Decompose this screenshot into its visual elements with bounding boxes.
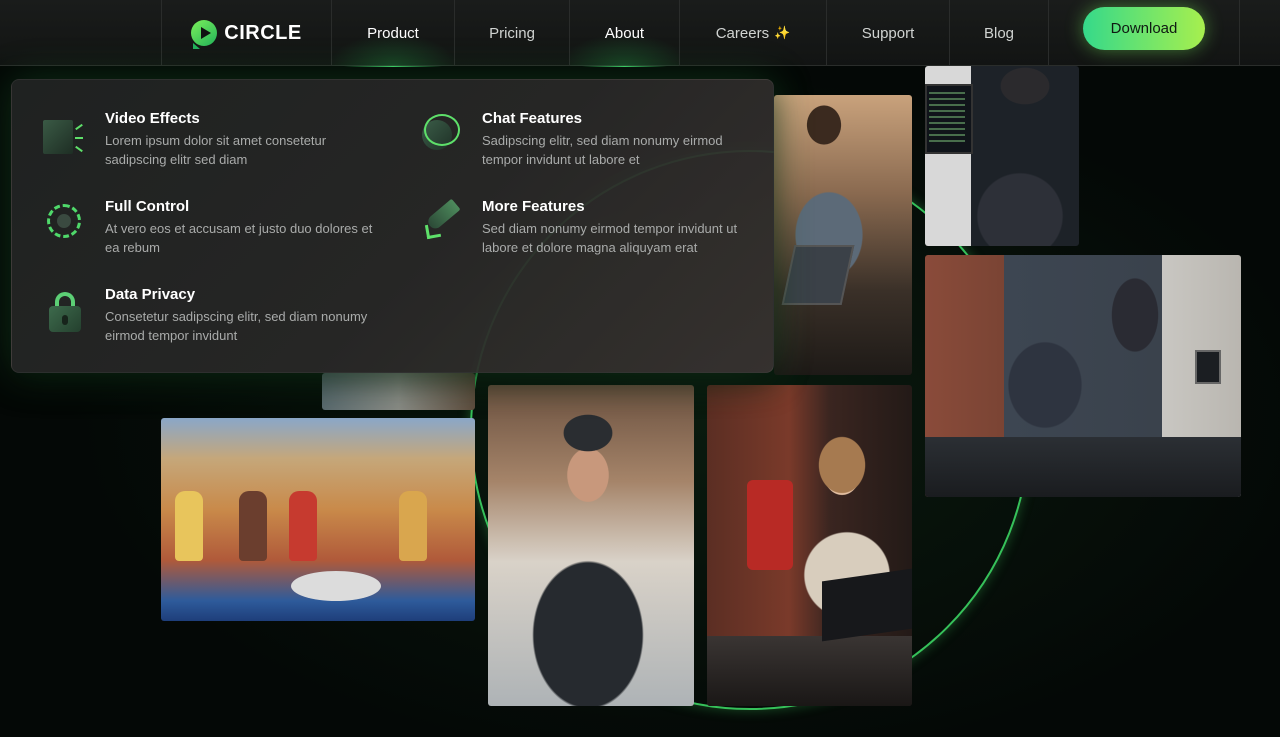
code-lines bbox=[929, 92, 965, 142]
feature-title: Data Privacy bbox=[105, 286, 196, 303]
laptop-shape bbox=[781, 245, 855, 305]
gear-icon bbox=[43, 200, 89, 246]
nav-item-label: Blog bbox=[983, 24, 1015, 42]
nav-item-pricing[interactable]: Pricing bbox=[454, 0, 569, 66]
page: CIRCLE Product Pricing About Careers ✨ S… bbox=[0, 0, 1280, 737]
chair-shape bbox=[747, 480, 793, 570]
lego-figure bbox=[289, 491, 317, 561]
feature-description: At vero eos et accusam et justo duo dolo… bbox=[105, 221, 373, 255]
nav-divider bbox=[1239, 0, 1240, 66]
rocket-icon bbox=[420, 198, 466, 246]
feature-full-control[interactable]: Full Control At vero eos et accusam et j… bbox=[43, 198, 375, 257]
nav-item-label: Support bbox=[861, 24, 915, 42]
feature-data-privacy[interactable]: Data Privacy Consetetur sadipscing elitr… bbox=[43, 286, 375, 345]
lego-figure bbox=[399, 491, 427, 561]
table-shape bbox=[707, 636, 912, 706]
feature-chat-features[interactable]: Chat Features Sadipscing elitr, sed diam… bbox=[420, 110, 752, 169]
feature-title: Full Control bbox=[105, 198, 190, 215]
play-circle-icon bbox=[191, 20, 218, 49]
video-effects-icon bbox=[43, 112, 89, 158]
download-button[interactable]: Download bbox=[1083, 7, 1205, 50]
feature-title: Chat Features bbox=[482, 110, 583, 127]
feature-description: Lorem ipsum dolor sit amet consetetur sa… bbox=[105, 133, 327, 167]
feature-video-effects[interactable]: Video Effects Lorem ipsum dolor sit amet… bbox=[43, 110, 375, 169]
feature-more-features[interactable]: More Features Sed diam nonumy eirmod tem… bbox=[420, 198, 752, 257]
nav-item-label: Product bbox=[367, 24, 419, 42]
feature-description: Sadipscing elitr, sed diam nonumy eirmod… bbox=[482, 133, 723, 167]
nav-item-label: Careers bbox=[715, 24, 770, 42]
nav-item-careers[interactable]: Careers ✨ bbox=[679, 0, 826, 66]
feature-title: Video Effects bbox=[105, 110, 200, 127]
photo-man-helmet bbox=[488, 385, 694, 706]
photo-partial bbox=[322, 373, 475, 410]
nav-item-blog[interactable]: Blog bbox=[949, 0, 1049, 66]
lock-icon bbox=[43, 288, 89, 334]
lego-figure bbox=[175, 491, 203, 561]
top-navbar: CIRCLE Product Pricing About Careers ✨ S… bbox=[0, 0, 1280, 67]
photo-developer-headphones bbox=[925, 66, 1079, 246]
nav-item-label: Pricing bbox=[489, 24, 535, 42]
photo-man-laptop bbox=[774, 95, 912, 375]
brand-name: CIRCLE bbox=[224, 21, 302, 44]
sparkle-icon: ✨ bbox=[774, 25, 791, 40]
laptop-shape bbox=[822, 568, 912, 642]
feature-title: More Features bbox=[482, 198, 585, 215]
nav-item-product[interactable]: Product bbox=[331, 0, 454, 67]
lego-figure bbox=[239, 491, 267, 561]
chat-icon bbox=[420, 112, 466, 158]
brand-logo[interactable]: CIRCLE bbox=[161, 0, 331, 66]
monitor-shape bbox=[1195, 350, 1221, 384]
nav-item-support[interactable]: Support bbox=[826, 0, 949, 66]
feature-description: Sed diam nonumy eirmod tempor invidunt u… bbox=[482, 221, 738, 255]
product-dropdown-menu: Video Effects Lorem ipsum dolor sit amet… bbox=[11, 79, 774, 373]
photo-office-team bbox=[925, 255, 1241, 497]
photo-woman-laptop bbox=[707, 385, 912, 706]
feature-description: Consetetur sadipscing elitr, sed diam no… bbox=[105, 309, 368, 343]
nav-item-about[interactable]: About bbox=[569, 0, 679, 67]
desk-shape bbox=[925, 437, 1241, 497]
lego-table bbox=[291, 571, 381, 601]
nav-item-label: About bbox=[604, 24, 645, 42]
photo-lego-scene bbox=[161, 418, 475, 621]
